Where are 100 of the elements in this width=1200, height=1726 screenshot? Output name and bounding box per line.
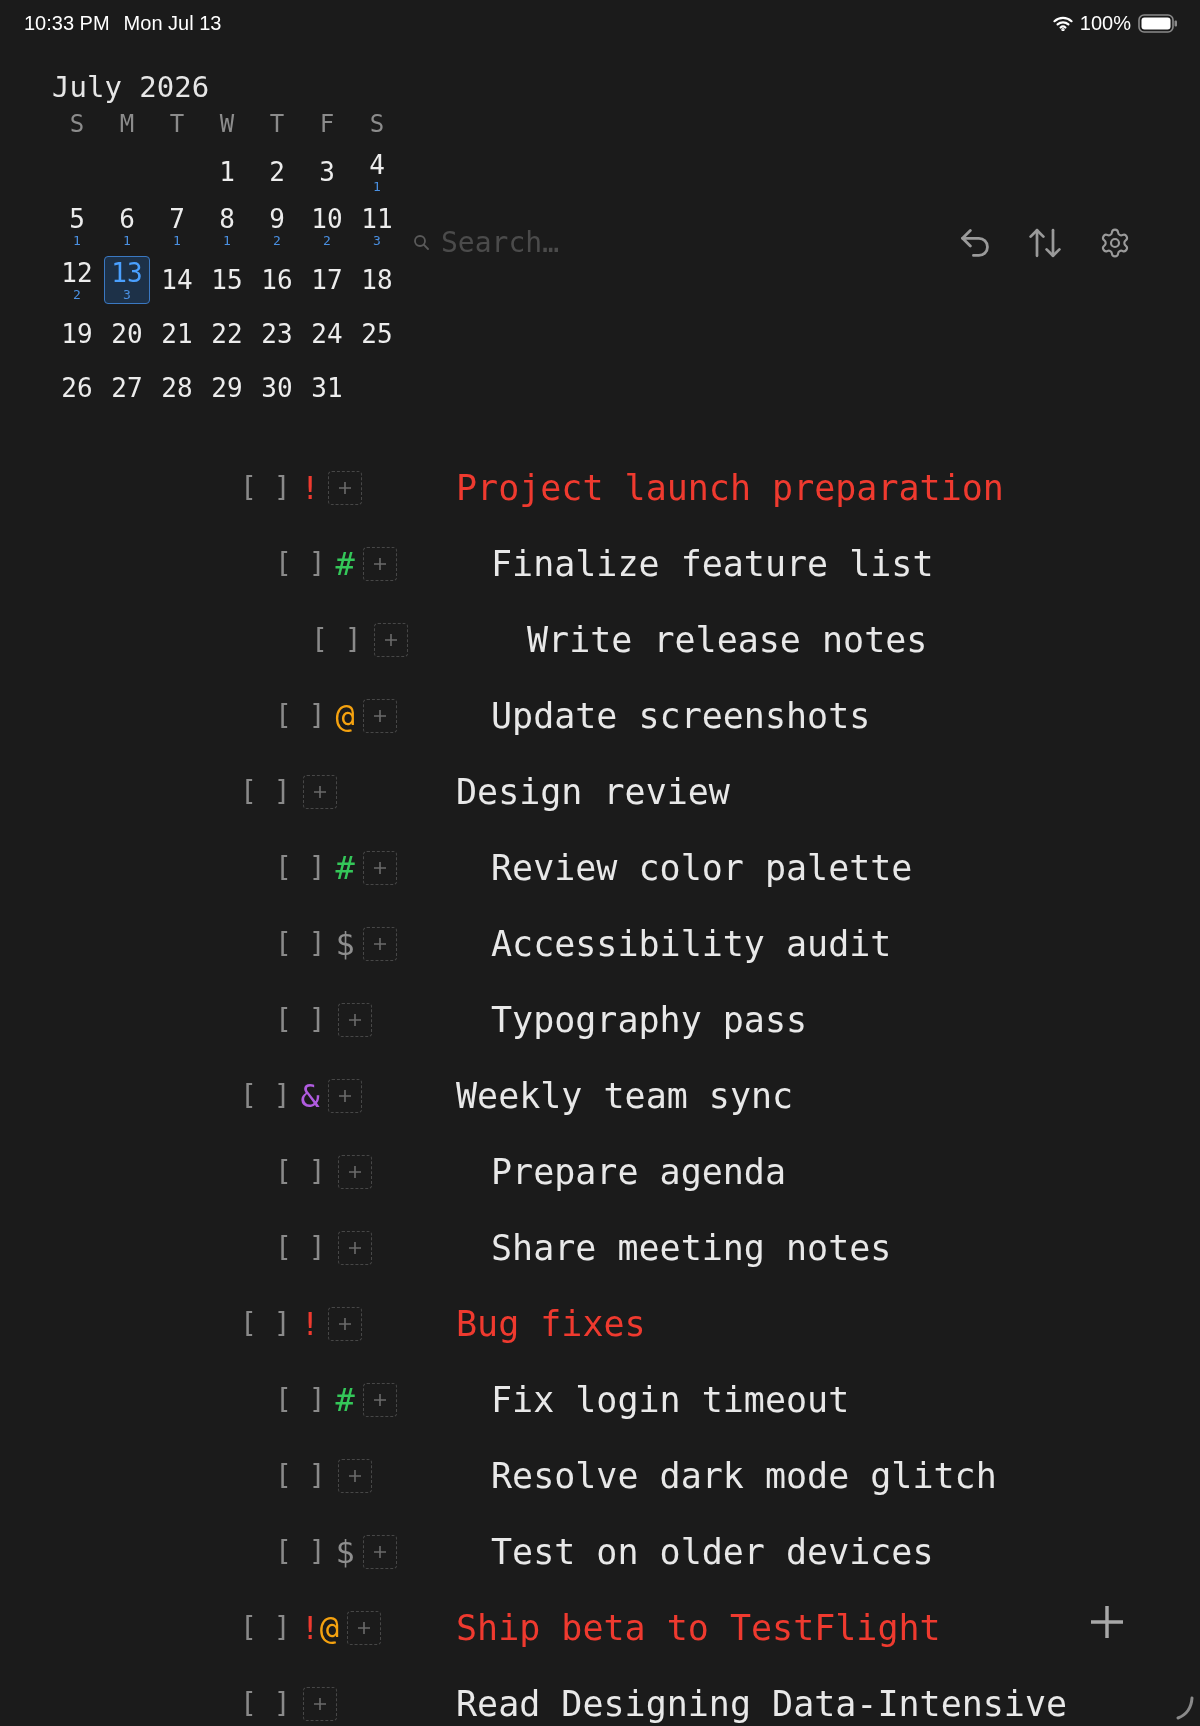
plus-icon: [338, 1318, 351, 1330]
tag-symbol: @: [335, 697, 355, 735]
checkbox[interactable]: [ ]: [275, 1003, 326, 1037]
day-number[interactable]: 28: [161, 374, 193, 402]
task-title[interactable]: Project launch preparation: [456, 468, 1004, 508]
add-subtask-button[interactable]: [362, 1383, 397, 1417]
task-title[interactable]: Ship beta to TestFlight: [456, 1608, 941, 1648]
plus-icon: [358, 1622, 371, 1634]
day-number[interactable]: 26: [61, 374, 93, 402]
task-title[interactable]: Weekly team sync: [456, 1076, 794, 1116]
task-title[interactable]: Write release notes: [527, 620, 928, 660]
day-number[interactable]: 2: [269, 158, 285, 186]
selected-day-highlight[interactable]: 13 3: [104, 256, 150, 304]
day-number[interactable]: 13: [111, 258, 143, 287]
add-subtask-button[interactable]: [362, 547, 397, 581]
day-number[interactable]: 16: [261, 266, 293, 294]
battery-percent: 100%: [1079, 11, 1131, 36]
day-number[interactable]: 24: [311, 320, 343, 348]
add-subtask-button[interactable]: [337, 1003, 372, 1037]
task-title[interactable]: Test on older devices: [491, 1532, 934, 1572]
day-number[interactable]: 20: [111, 320, 143, 348]
checkbox[interactable]: [ ]: [240, 1611, 291, 1645]
task-title[interactable]: Prepare agenda: [491, 1152, 786, 1192]
day-number[interactable]: 23: [261, 320, 293, 348]
event-count: 1: [373, 178, 381, 194]
day-number[interactable]: 9: [269, 204, 285, 233]
day-number[interactable]: 4: [369, 150, 385, 179]
task-title[interactable]: Design review: [456, 772, 730, 812]
checkbox[interactable]: [ ]: [275, 1231, 326, 1265]
add-subtask-button[interactable]: [362, 1535, 397, 1569]
checkbox[interactable]: [ ]: [275, 1383, 326, 1417]
checkbox[interactable]: [ ]: [275, 927, 326, 961]
settings-button[interactable]: [1099, 226, 1131, 259]
day-number[interactable]: 27: [111, 374, 143, 402]
checkbox[interactable]: [ ]: [240, 1079, 291, 1113]
day-number[interactable]: 6: [119, 204, 135, 233]
checkbox[interactable]: [ ]: [240, 471, 291, 505]
task-title[interactable]: Bug fixes: [456, 1304, 646, 1344]
day-number[interactable]: 21: [161, 320, 193, 348]
undo-button[interactable]: [959, 226, 991, 259]
day-number[interactable]: 7: [169, 204, 185, 233]
resize-handle-icon[interactable]: [1176, 1696, 1194, 1720]
task-title[interactable]: Accessibility audit: [491, 924, 892, 964]
day-number[interactable]: 3: [319, 158, 335, 186]
task-title[interactable]: Typography pass: [491, 1000, 808, 1040]
add-subtask-button[interactable]: [327, 1307, 362, 1341]
task-title[interactable]: Resolve dark mode glitch: [491, 1456, 997, 1496]
day-number[interactable]: 11: [361, 204, 393, 233]
plus-icon: [348, 1014, 361, 1026]
checkbox[interactable]: [ ]: [275, 699, 326, 733]
checkbox[interactable]: [ ]: [275, 1155, 326, 1189]
day-number[interactable]: 31: [311, 374, 343, 402]
plus-icon: [373, 1394, 386, 1406]
sort-button[interactable]: [1029, 226, 1061, 259]
task-title[interactable]: Review color palette: [491, 848, 913, 888]
add-subtask-button[interactable]: [362, 851, 397, 885]
checkbox[interactable]: [ ]: [240, 775, 291, 809]
checkbox[interactable]: [ ]: [275, 1535, 326, 1569]
checkbox[interactable]: [ ]: [275, 547, 326, 581]
add-subtask-button[interactable]: [337, 1155, 372, 1189]
task-title[interactable]: Finalize feature list: [491, 544, 934, 584]
day-number[interactable]: 10: [311, 204, 343, 233]
event-count: 1: [123, 232, 131, 248]
weekday-label: W: [219, 110, 235, 138]
add-subtask-button[interactable]: [337, 1459, 372, 1493]
add-subtask-button[interactable]: [327, 471, 362, 505]
checkbox[interactable]: [ ]: [240, 1307, 291, 1341]
task-title[interactable]: Fix login timeout: [491, 1380, 850, 1420]
day-number[interactable]: 14: [161, 266, 193, 294]
task-title[interactable]: Update screenshots: [491, 696, 871, 736]
checkbox[interactable]: [ ]: [311, 623, 362, 657]
day-number[interactable]: 8: [219, 204, 235, 233]
add-subtask-button[interactable]: [302, 1687, 337, 1721]
event-count: 1: [73, 232, 81, 248]
day-number[interactable]: 29: [211, 374, 243, 402]
task-title[interactable]: Read Designing Data-Intensive: [456, 1684, 1068, 1724]
add-subtask-button[interactable]: [362, 699, 397, 733]
add-subtask-button[interactable]: [347, 1611, 382, 1645]
weekday-label: F: [319, 110, 335, 138]
day-number[interactable]: 22: [211, 320, 243, 348]
add-subtask-button[interactable]: [337, 1231, 372, 1265]
checkbox[interactable]: [ ]: [275, 851, 326, 885]
day-number[interactable]: 5: [69, 204, 85, 233]
day-number[interactable]: 18: [361, 266, 393, 294]
add-subtask-button[interactable]: [373, 623, 408, 657]
day-number[interactable]: 15: [211, 266, 243, 294]
day-number[interactable]: 17: [311, 266, 343, 294]
task-title[interactable]: Share meeting notes: [491, 1228, 892, 1268]
day-number[interactable]: 12: [61, 258, 93, 287]
add-subtask-button[interactable]: [302, 775, 337, 809]
checkbox[interactable]: [ ]: [275, 1459, 326, 1493]
day-number[interactable]: 1: [219, 158, 235, 186]
day-number[interactable]: 19: [61, 320, 93, 348]
add-subtask-button[interactable]: [362, 927, 397, 961]
add-subtask-button[interactable]: [327, 1079, 362, 1113]
day-number[interactable]: 30: [261, 374, 293, 402]
day-number[interactable]: 25: [361, 320, 393, 348]
search-icon: [414, 235, 429, 250]
event-count: 1: [173, 232, 181, 248]
checkbox[interactable]: [ ]: [240, 1687, 291, 1721]
